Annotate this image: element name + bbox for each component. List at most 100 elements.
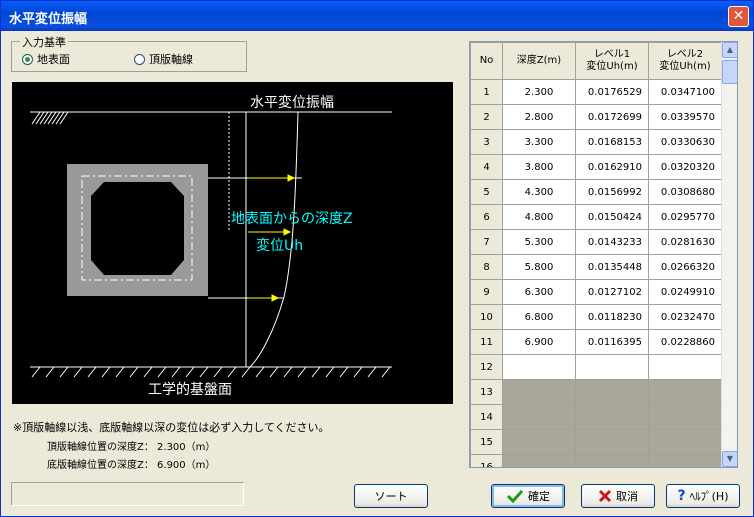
level2-cell[interactable]: 0.0281630: [648, 229, 722, 255]
displacement-grid[interactable]: No 深度Z(m) レベル1 変位Uh(m) レベル2 変位Uh(m) 1 2.300…: [469, 41, 738, 468]
scroll-down-icon[interactable]: ▼: [722, 451, 737, 467]
level2-cell[interactable]: [648, 354, 722, 380]
level2-cell[interactable]: 0.0320320: [648, 154, 722, 180]
level1-cell[interactable]: [575, 379, 649, 405]
cancel-button[interactable]: 取消: [581, 484, 655, 508]
level2-cell[interactable]: [648, 454, 722, 467]
help-button[interactable]: ? ﾍﾙﾌﾟ(H): [666, 484, 740, 508]
row-number-cell: 15: [470, 429, 503, 455]
depth-cell[interactable]: [502, 354, 576, 380]
level2-cell[interactable]: 0.0295770: [648, 204, 722, 230]
table-row[interactable]: 14: [470, 404, 722, 430]
scroll-up-icon[interactable]: ▲: [722, 42, 737, 58]
depth-cell[interactable]: 6.800: [502, 304, 576, 330]
level1-cell[interactable]: [575, 404, 649, 430]
header-level2: レベル2 変位Uh(m): [648, 42, 722, 80]
top-label: 水平変位振幅: [250, 94, 334, 111]
note-text: ※頂版軸線以浅、底版軸線以深の変位は必ず入力してください。: [13, 421, 330, 434]
level1-cell[interactable]: 0.0118230: [575, 304, 649, 330]
depth-cell[interactable]: [502, 454, 576, 467]
level2-cell[interactable]: 0.0266320: [648, 254, 722, 280]
base-label: 工学的基盤面: [148, 381, 232, 398]
ok-button[interactable]: 確定: [491, 484, 565, 508]
level2-cell[interactable]: 0.0339570: [648, 104, 722, 130]
level1-cell[interactable]: 0.0168153: [575, 129, 649, 155]
level2-cell[interactable]: [648, 404, 722, 430]
level2-cell[interactable]: 0.0330630: [648, 129, 722, 155]
level2-cell[interactable]: [648, 429, 722, 455]
displacement-table: No 深度Z(m) レベル1 変位Uh(m) レベル2 変位Uh(m) 1 2.300…: [470, 42, 722, 467]
radio-top-slab-axis[interactable]: 頂版軸線: [134, 51, 193, 67]
depth-cell[interactable]: 4.800: [502, 204, 576, 230]
level2-cell[interactable]: 0.0347100: [648, 79, 722, 105]
table-row[interactable]: 10 6.800 0.0118230 0.0232470: [470, 304, 722, 330]
row-number-cell: 4: [470, 154, 503, 180]
depth-cell[interactable]: 5.300: [502, 229, 576, 255]
row-number-cell: 6: [470, 204, 503, 230]
title-bar[interactable]: 水平変位振幅 ✕: [1, 1, 753, 31]
close-icon[interactable]: ✕: [728, 6, 749, 27]
level1-cell[interactable]: [575, 429, 649, 455]
help-label: ﾍﾙﾌﾟ(H): [689, 490, 729, 503]
table-row[interactable]: 12: [470, 354, 722, 380]
header-depth: 深度Z(m): [502, 42, 576, 80]
base-hatch-icon: [31, 366, 391, 378]
level1-cell[interactable]: 0.0156992: [575, 179, 649, 205]
table-row[interactable]: 8 5.800 0.0135448 0.0266320: [470, 254, 722, 280]
row-number-cell: 12: [470, 354, 503, 380]
radio-label: 地表面: [37, 53, 70, 66]
level1-cell[interactable]: 0.0162910: [575, 154, 649, 180]
question-icon: ?: [677, 488, 686, 504]
scroll-thumb[interactable]: [722, 60, 737, 84]
level1-cell[interactable]: [575, 354, 649, 380]
level1-cell[interactable]: 0.0150424: [575, 204, 649, 230]
table-row[interactable]: 11 6.900 0.0116395 0.0228860: [470, 329, 722, 355]
sort-button[interactable]: ソート: [354, 484, 428, 508]
depth-cell[interactable]: 2.300: [502, 79, 576, 105]
depth-cell[interactable]: 3.800: [502, 154, 576, 180]
depth-cell[interactable]: 6.300: [502, 279, 576, 305]
depth-cell[interactable]: [502, 404, 576, 430]
row-number-cell: 9: [470, 279, 503, 305]
table-row[interactable]: 6 4.800 0.0150424 0.0295770: [470, 204, 722, 230]
level2-cell[interactable]: [648, 379, 722, 405]
table-row[interactable]: 2 2.800 0.0172699 0.0339570: [470, 104, 722, 130]
depth-cell[interactable]: 2.800: [502, 104, 576, 130]
table-row[interactable]: 9 6.300 0.0127102 0.0249910: [470, 279, 722, 305]
table-row[interactable]: 3 3.300 0.0168153 0.0330630: [470, 129, 722, 155]
level2-cell[interactable]: 0.0308680: [648, 179, 722, 205]
radio-ground-surface[interactable]: 地表面: [22, 51, 70, 67]
level2-cell[interactable]: 0.0232470: [648, 304, 722, 330]
table-row[interactable]: 15: [470, 429, 722, 455]
table-row[interactable]: 5 4.300 0.0156992 0.0308680: [470, 179, 722, 205]
level1-cell[interactable]: 0.0116395: [575, 329, 649, 355]
level1-cell[interactable]: 0.0135448: [575, 254, 649, 280]
level1-cell[interactable]: 0.0172699: [575, 104, 649, 130]
disp-label: 変位Uh: [256, 237, 303, 254]
table-row[interactable]: 13: [470, 379, 722, 405]
table-row[interactable]: 16: [470, 454, 722, 467]
vertical-scrollbar[interactable]: ▲ ▼: [721, 42, 737, 467]
level1-cell[interactable]: 0.0176529: [575, 79, 649, 105]
row-number-cell: 13: [470, 379, 503, 405]
level1-cell[interactable]: 0.0127102: [575, 279, 649, 305]
bottom-slab-depth-text: 底版軸線位置の深度Z： 6.900（m）: [47, 460, 216, 471]
displacement-diagram: 水平変位振幅 地表面からの深度Z 変位Uh 工学的基盤面: [12, 82, 453, 404]
depth-cell[interactable]: 3.300: [502, 129, 576, 155]
depth-cell[interactable]: 5.800: [502, 254, 576, 280]
depth-cell[interactable]: 6.900: [502, 329, 576, 355]
cancel-label: 取消: [616, 490, 638, 503]
level2-cell[interactable]: 0.0228860: [648, 329, 722, 355]
row-number-cell: 7: [470, 229, 503, 255]
depth-cell[interactable]: [502, 429, 576, 455]
table-row[interactable]: 7 5.300 0.0143233 0.0281630: [470, 229, 722, 255]
basis-groupbox: 入力基準 地表面 頂版軸線: [11, 34, 247, 72]
header-no: No: [470, 42, 503, 80]
level1-cell[interactable]: [575, 454, 649, 467]
table-row[interactable]: 4 3.800 0.0162910 0.0320320: [470, 154, 722, 180]
level1-cell[interactable]: 0.0143233: [575, 229, 649, 255]
depth-cell[interactable]: [502, 379, 576, 405]
depth-cell[interactable]: 4.300: [502, 179, 576, 205]
table-row[interactable]: 1 2.300 0.0176529 0.0347100: [470, 79, 722, 105]
level2-cell[interactable]: 0.0249910: [648, 279, 722, 305]
